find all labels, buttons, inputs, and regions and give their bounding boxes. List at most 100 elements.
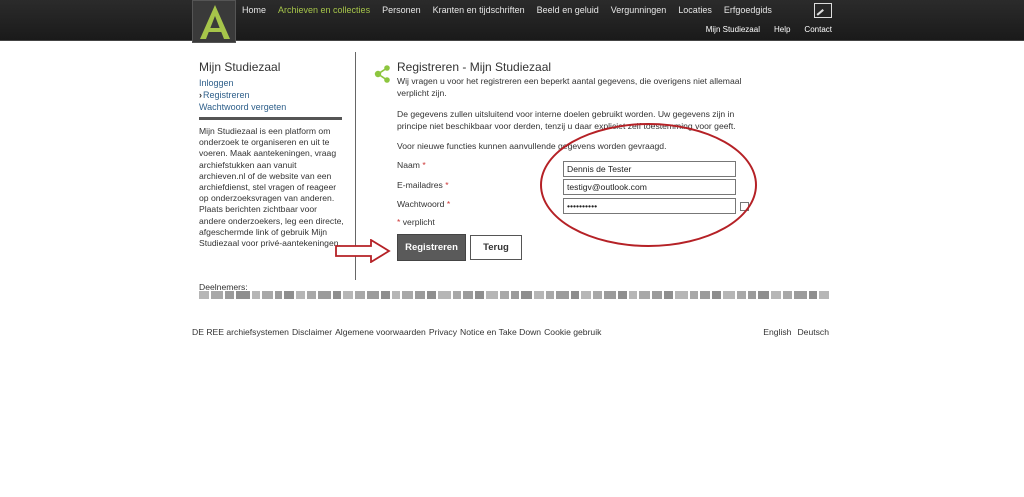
partner-logo[interactable] [700, 291, 711, 299]
language-english[interactable]: English [763, 327, 791, 337]
subnav-mijn-studiezaal[interactable]: Mijn Studiezaal [706, 25, 760, 34]
partner-logo[interactable] [618, 291, 628, 299]
partner-logo[interactable] [664, 291, 674, 299]
partner-logo[interactable] [306, 291, 316, 299]
partner-logo[interactable] [354, 291, 365, 299]
partner-logo[interactable] [510, 291, 519, 299]
partner-logo[interactable] [571, 291, 580, 299]
partner-logo[interactable] [545, 291, 555, 299]
footer-link-disclaimer[interactable]: Disclaimer [292, 327, 332, 337]
partner-logo[interactable] [295, 291, 305, 299]
partner-logo[interactable] [723, 291, 736, 299]
partner-logo[interactable] [224, 291, 234, 299]
partner-logo[interactable] [604, 291, 617, 299]
highlight-arrow-icon [335, 239, 391, 263]
partner-logo[interactable] [520, 291, 532, 299]
partner-logo[interactable] [380, 291, 390, 299]
partner-logo[interactable] [251, 291, 260, 299]
sidebar-description: Mijn Studiezaal is een platform om onder… [199, 126, 344, 249]
partner-logo[interactable] [235, 291, 250, 299]
nav-erfgoedgids[interactable]: Erfgoedgids [718, 5, 778, 19]
nav-home[interactable]: Home [236, 5, 272, 19]
password-field[interactable] [563, 198, 736, 214]
partner-logo[interactable] [819, 291, 829, 299]
partner-logo[interactable] [771, 291, 782, 299]
partner-logo[interactable] [783, 291, 793, 299]
partner-logo[interactable] [414, 291, 425, 299]
partner-logo[interactable] [261, 291, 273, 299]
footer-links: DE REE archiefsystemen Disclaimer Algeme… [192, 327, 604, 337]
partner-logo[interactable] [332, 291, 341, 299]
footer-link-privacy[interactable]: Privacy [429, 327, 457, 337]
sidebar-title: Mijn Studiezaal [199, 60, 281, 74]
partner-logos [199, 291, 829, 301]
partner-logo[interactable] [639, 291, 651, 299]
nav-locaties[interactable]: Locaties [672, 5, 718, 19]
nav-vergunningen[interactable]: Vergunningen [605, 5, 673, 19]
sidebar-link-wachtwoord-vergeten[interactable]: Wachtwoord vergeten [199, 101, 345, 113]
nav-beeld[interactable]: Beeld en geluid [531, 5, 605, 19]
partner-logo[interactable] [629, 291, 638, 299]
show-password-toggle[interactable] [740, 202, 749, 211]
email-label: E-mailadres * [397, 180, 449, 190]
partner-logo[interactable] [210, 291, 223, 299]
subnav-contact[interactable]: Contact [804, 25, 832, 34]
partner-logo[interactable] [690, 291, 699, 299]
archieven-logo[interactable] [192, 0, 236, 43]
partner-logo[interactable] [758, 291, 770, 299]
main-nav: Home Archieven en collecties Personen Kr… [236, 5, 778, 19]
sidebar-link-registreren[interactable]: Registreren [199, 89, 345, 101]
footer-link-de-ree[interactable]: DE REE archiefsystemen [192, 327, 289, 337]
email-field[interactable] [563, 179, 736, 195]
partner-logo[interactable] [581, 291, 592, 299]
partner-logo[interactable] [809, 291, 818, 299]
footer-link-notice[interactable]: Notice en Take Down [460, 327, 541, 337]
nav-kranten[interactable]: Kranten en tijdschriften [427, 5, 531, 19]
partner-logo[interactable] [391, 291, 400, 299]
partner-logo[interactable] [452, 291, 461, 299]
back-button[interactable]: Terug [470, 235, 522, 260]
partner-logo[interactable] [199, 291, 209, 299]
partner-logo[interactable] [675, 291, 689, 299]
partner-logo[interactable] [342, 291, 353, 299]
fullscreen-icon[interactable] [814, 3, 832, 18]
partner-logo[interactable] [317, 291, 331, 299]
privacy-text: De gegevens zullen uitsluitend voor inte… [397, 109, 736, 131]
page-title: Registreren - Mijn Studiezaal [397, 60, 552, 74]
footer-link-cookie[interactable]: Cookie gebruik [544, 327, 601, 337]
register-button[interactable]: Registreren [397, 234, 466, 261]
partner-logo[interactable] [737, 291, 747, 299]
nav-archieven[interactable]: Archieven en collecties [272, 5, 376, 19]
partner-logo[interactable] [499, 291, 509, 299]
partner-logo[interactable] [748, 291, 757, 299]
partner-logo[interactable] [712, 291, 722, 299]
partner-logo[interactable] [593, 291, 603, 299]
partner-logo[interactable] [437, 291, 451, 299]
studiezaal-share-icon [374, 65, 390, 83]
partner-logo[interactable] [556, 291, 570, 299]
footer-link-voorwaarden[interactable]: Algemene voorwaarden [335, 327, 426, 337]
subnav-help[interactable]: Help [774, 25, 790, 34]
logo-a-icon [200, 5, 230, 39]
sidebar-link-inloggen[interactable]: Inloggen [199, 77, 345, 89]
partner-logo[interactable] [462, 291, 473, 299]
name-field[interactable] [563, 161, 736, 177]
partner-logo[interactable] [366, 291, 379, 299]
partner-logo[interactable] [485, 291, 498, 299]
sub-nav: Mijn Studiezaal Help Contact [692, 25, 832, 34]
partner-logo[interactable] [283, 291, 294, 299]
password-label: Wachtwoord * [397, 199, 451, 209]
partner-logo[interactable] [274, 291, 282, 299]
name-label: Naam * [397, 160, 426, 170]
required-note: * verplicht [397, 217, 435, 227]
top-navigation-bar: Home Archieven en collecties Personen Kr… [0, 0, 1024, 43]
partner-logo[interactable] [794, 291, 808, 299]
partner-logo[interactable] [426, 291, 436, 299]
nav-personen[interactable]: Personen [376, 5, 427, 19]
partner-logo[interactable] [474, 291, 484, 299]
partner-logo[interactable] [652, 291, 663, 299]
language-deutsch[interactable]: Deutsch [797, 327, 829, 337]
language-switcher: English Deutsch [757, 327, 829, 337]
partner-logo[interactable] [533, 291, 544, 299]
partner-logo[interactable] [401, 291, 413, 299]
